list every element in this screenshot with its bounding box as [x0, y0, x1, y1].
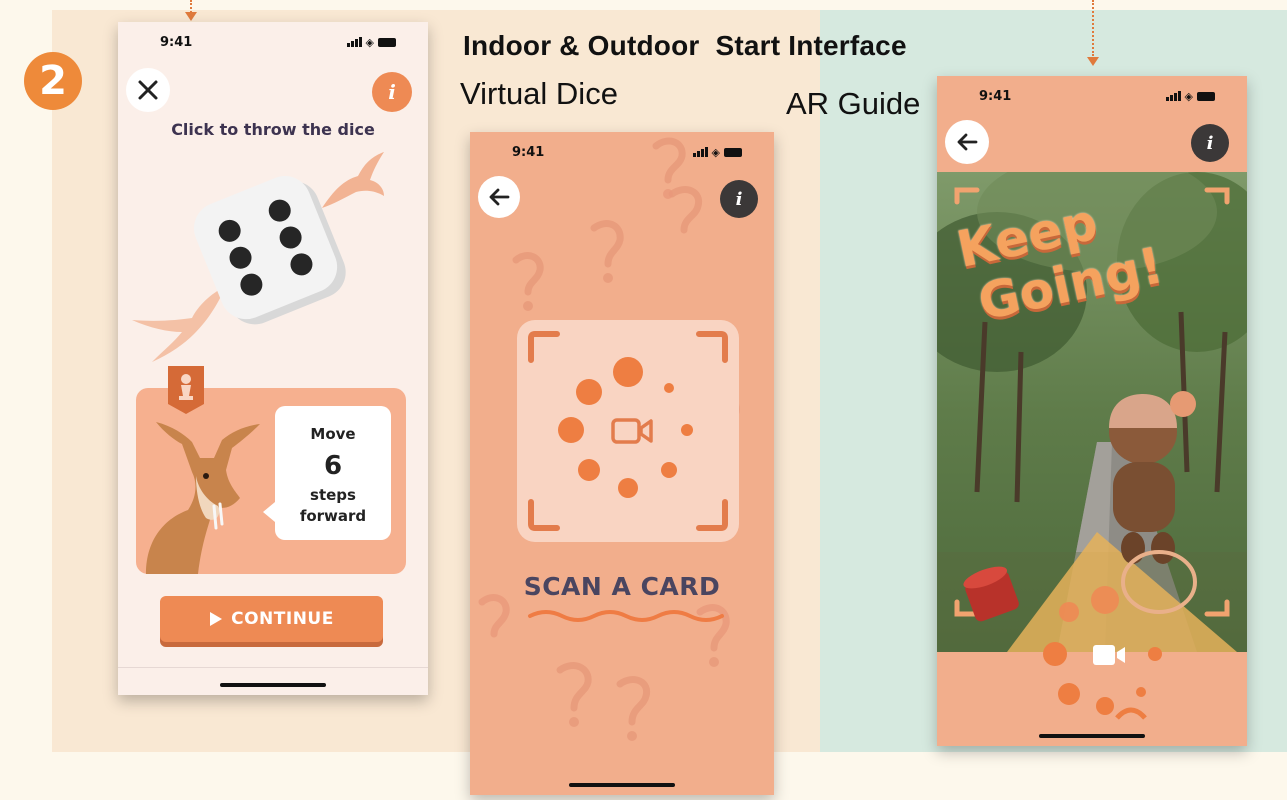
battery-icon [724, 147, 742, 157]
battery-icon [1197, 91, 1215, 101]
scan-frame[interactable] [517, 320, 739, 542]
step-number-badge: 2 [24, 52, 82, 110]
scan-card-label: SCAN A CARD [523, 572, 721, 601]
video-camera-icon[interactable] [1091, 642, 1127, 668]
back-button[interactable] [478, 176, 520, 218]
close-button[interactable] [126, 68, 170, 112]
bottom-divider [118, 667, 428, 668]
play-icon [210, 612, 223, 626]
dice-phone-screen: 9:41 ◈ i Click to throw the dice Move 6 … [118, 22, 428, 695]
move-label: Move [310, 425, 356, 443]
home-indicator[interactable] [1039, 734, 1145, 738]
dice-instruction: Click to throw the dice [171, 120, 375, 139]
continue-label: CONTINUE [231, 609, 334, 629]
ar-phone-screen: 9:41 ◈ i Keep Going! [937, 76, 1247, 746]
close-icon [138, 80, 158, 100]
wifi-icon: ◈ [365, 35, 374, 49]
status-bar: 9:41 ◈ [118, 22, 428, 62]
signal-icon [1165, 91, 1181, 101]
move-steps-label: steps [310, 486, 356, 504]
back-button[interactable] [945, 120, 989, 164]
connector-arrow-left [185, 12, 197, 21]
deer-illustration-icon [146, 422, 260, 574]
info-button[interactable]: i [720, 180, 758, 218]
status-bar: 9:41 ◈ [470, 132, 774, 172]
video-camera-icon [611, 418, 653, 444]
scan-phone-screen: 9:41 ◈ i SCAN A CARD [470, 132, 774, 795]
back-arrow-icon [489, 188, 510, 206]
signal-icon [346, 37, 362, 47]
signal-icon [692, 147, 708, 157]
connector-arrow-right [1087, 57, 1099, 66]
back-arrow-icon [957, 133, 978, 151]
section-heading: Indoor & Outdoor Start Interface [463, 30, 907, 61]
pawn-badge-icon [168, 366, 204, 414]
wifi-icon: ◈ [711, 145, 720, 159]
wifi-icon: ◈ [1184, 89, 1193, 103]
status-bar: 9:41 ◈ [937, 76, 1247, 116]
info-icon: i [1206, 132, 1214, 154]
info-icon: i [735, 188, 743, 210]
move-instruction-card: Move 6 steps forward [263, 406, 391, 540]
ar-guide-heading: AR Guide [786, 86, 921, 121]
virtual-dice-heading: Virtual Dice [460, 76, 618, 111]
move-steps-number: 6 [323, 451, 343, 481]
continue-button[interactable]: CONTINUE [160, 596, 383, 642]
info-icon: i [388, 80, 396, 104]
connector-line-right [1092, 0, 1094, 56]
status-time: 9:41 [160, 34, 193, 50]
status-time: 9:41 [979, 88, 1012, 104]
dice-button[interactable] [188, 162, 358, 338]
home-indicator[interactable] [220, 683, 326, 687]
wavy-underline-decoration [528, 610, 724, 622]
info-button[interactable]: i [372, 72, 412, 112]
home-indicator[interactable] [569, 783, 675, 787]
battery-icon [378, 37, 396, 47]
info-button[interactable]: i [1191, 124, 1229, 162]
status-time: 9:41 [512, 144, 545, 160]
move-direction-label: forward [299, 507, 367, 525]
